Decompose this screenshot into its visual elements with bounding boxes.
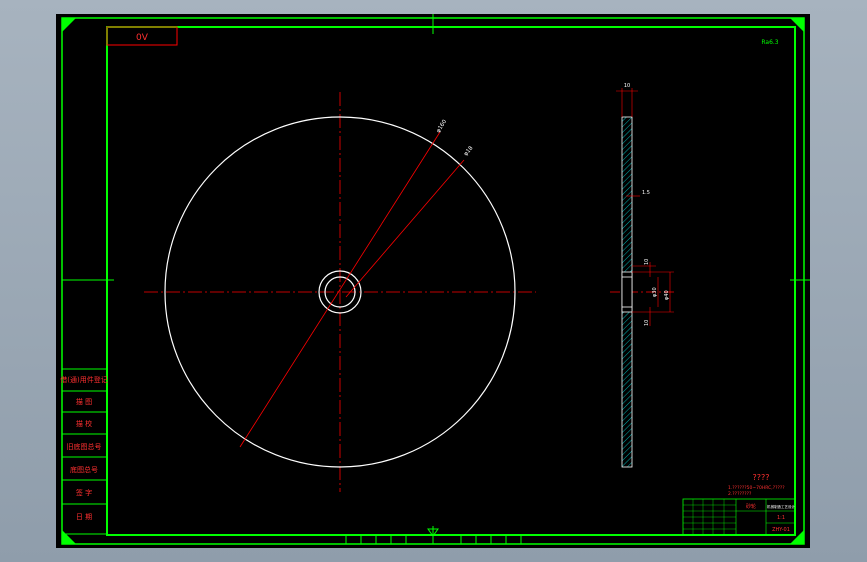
hub-bottom-dim: 10: [644, 320, 650, 326]
notes-title: ????: [753, 473, 770, 482]
notes-line-2: 2.????????: [728, 491, 752, 497]
outer-frame: [61, 17, 805, 545]
centering-marks: [62, 14, 810, 544]
side-label-4: 旧底图总号: [67, 442, 102, 451]
hub-section: [621, 271, 633, 313]
code-box-text: 0V: [136, 33, 149, 43]
side-label-1: 借(通)用件登记: [60, 375, 107, 384]
outer-dia-leader: [239, 131, 441, 448]
drawing-sheet: 0V Ra6.3 借(通)用件登记 描 图 描 校 旧底图总号 底图总号 签 字…: [56, 14, 810, 548]
title-block: 机械制造工艺设计 砂轮 1:1 ZHY-01: [682, 498, 795, 536]
side-label-strip: 借(通)用件登记 描 图 描 校 旧底图总号 底图总号 签 字 日 期: [60, 368, 108, 535]
step-dim: 1.5: [642, 190, 650, 196]
inner-dia-leader: [345, 159, 465, 298]
corner-mark: Ra6.3: [761, 39, 778, 46]
hub-dia-dim: φ30: [652, 287, 658, 297]
hub-top-dim: 10: [644, 259, 650, 265]
side-label-2: 描 图: [76, 397, 92, 406]
outer-dia-label: φ160: [436, 118, 449, 134]
technical-notes: ???? 1.??????50~70HRC,????? 2.????????: [728, 473, 785, 497]
side-label-7: 日 期: [76, 513, 92, 521]
thickness-dim: 10: [624, 83, 630, 89]
inner-dia-label: φ18: [463, 145, 475, 157]
notes-line-1: 1.??????50~70HRC,?????: [728, 485, 785, 491]
cad-drawing: 0V Ra6.3 借(通)用件登记 描 图 描 校 旧底图总号 底图总号 签 字…: [60, 14, 810, 545]
side-label-3: 描 校: [76, 419, 92, 428]
hub-bore-dim: φ40: [664, 290, 670, 300]
inner-frame: [106, 26, 796, 536]
side-label-6: 签 字: [76, 488, 92, 497]
code-box: 0V: [106, 26, 178, 46]
company-name: 机械制造工艺设计: [767, 504, 795, 509]
front-view: φ160 φ18: [144, 92, 536, 492]
part-name: 砂轮: [746, 503, 756, 510]
side-label-5: 底图总号: [70, 465, 98, 474]
scale: 1:1: [777, 515, 785, 521]
section-view: 10 1.5 10 φ30 φ40 10: [610, 83, 676, 468]
sheet-code: ZHY-01: [772, 527, 790, 533]
